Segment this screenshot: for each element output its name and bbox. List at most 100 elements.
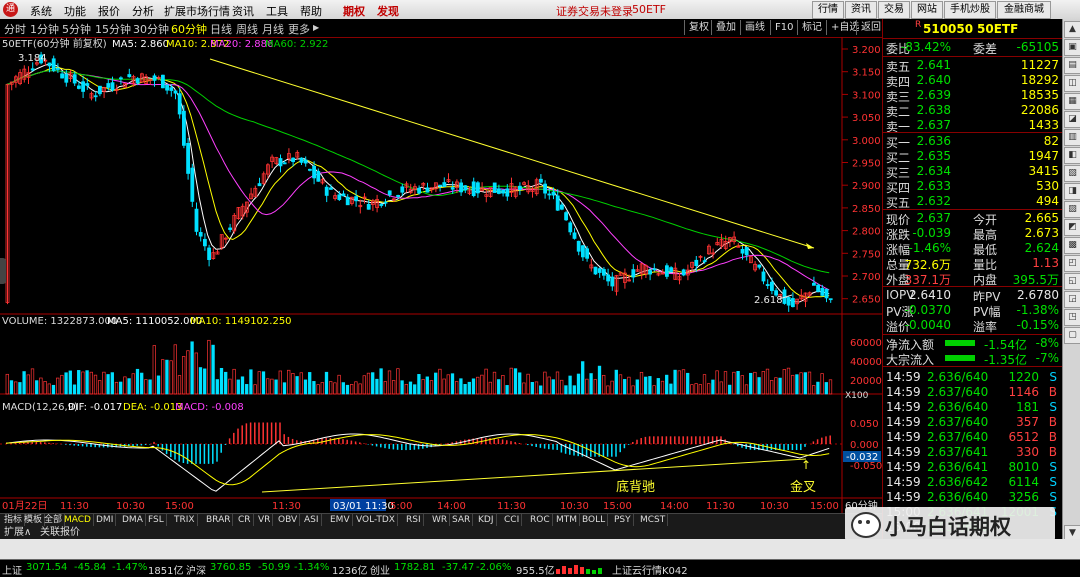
panel-tool-7-icon[interactable]: ◧ (1064, 147, 1080, 164)
indicator-tab-macd[interactable]: MACD (62, 514, 94, 526)
time-tick-label: 15:00 (603, 501, 632, 512)
flow-row: 大宗流入 -1.35亿 -7% (883, 351, 1063, 367)
panel-tool-9-icon[interactable]: ◨ (1064, 183, 1080, 200)
period-week[interactable]: 周线 (236, 21, 258, 37)
btn-back[interactable]: 返回 (856, 20, 885, 35)
panel-tool-16-icon[interactable]: ◳ (1064, 309, 1080, 326)
candle-body (328, 187, 333, 190)
period-day[interactable]: 日线 (210, 21, 232, 37)
indicator-tab-vr[interactable]: VR (256, 514, 274, 526)
btn-draw-line[interactable]: 画线 (740, 20, 769, 35)
bid-volume: 82 (1043, 134, 1059, 148)
scroll-up-icon[interactable]: ▲ (1064, 21, 1080, 38)
menu-tools[interactable]: 工具 (266, 3, 288, 19)
time-tick-label: 11:30 (60, 501, 89, 512)
indicator-tab-vol-tdx[interactable]: VOL-TDX (354, 514, 398, 526)
btn-restore-right[interactable]: 复权 (684, 20, 713, 35)
btn-mall[interactable]: 金融商城 (997, 1, 1051, 19)
btn-overlay[interactable]: 叠加 (711, 20, 740, 35)
btn-mobile[interactable]: 手机炒股 (944, 1, 996, 19)
btn-website[interactable]: 网站 (911, 1, 943, 19)
btn-f10[interactable]: F10 (770, 20, 797, 35)
indicator-tab-wr[interactable]: WR (430, 514, 451, 526)
right-scrollbar[interactable]: ▲ ▣ ▤ ◫ ▦ ◪ ▥ ◧ ▧ ◨ ▨ ◩ ▩ ◰ ◱ ◲ ◳ ▢ ▼ (1062, 19, 1080, 559)
period-1min[interactable]: 1分钟 (30, 21, 59, 37)
candle-body (471, 181, 476, 197)
indicator-tab-boll[interactable]: BOLL (580, 514, 609, 526)
menu-discover[interactable]: 发现 (377, 3, 399, 19)
indicator-tab-asi[interactable]: ASI (302, 514, 322, 526)
panel-tool-15-icon[interactable]: ◲ (1064, 291, 1080, 308)
feed-label[interactable]: 上证云行情K042 (612, 562, 688, 577)
indicator-tab-dma[interactable]: DMA (120, 514, 146, 526)
left-collapse-handle[interactable] (0, 258, 6, 284)
period-15min[interactable]: 15分钟 (95, 21, 131, 37)
flow-bar (945, 355, 975, 361)
panel-tool-10-icon[interactable]: ▨ (1064, 201, 1080, 218)
indicator-tab-rsi[interactable]: RSI (404, 514, 424, 526)
app-logo-icon[interactable]: 通 (3, 2, 18, 17)
indicator-tab-emv[interactable]: EMV (328, 514, 353, 526)
sh-label[interactable]: 上证 (2, 562, 22, 577)
panel-tool-14-icon[interactable]: ◱ (1064, 273, 1080, 290)
menu-function[interactable]: 功能 (64, 3, 86, 19)
menu-options[interactable]: 期权 (343, 3, 365, 19)
tab-related-quote[interactable]: 关联报价 (40, 526, 80, 539)
menu-system[interactable]: 系统 (30, 3, 52, 19)
panel-tool-3-icon[interactable]: ◫ (1064, 75, 1080, 92)
indicator-tab-cci[interactable]: CCI (502, 514, 523, 526)
trend-line[interactable] (209, 58, 815, 249)
menu-analysis[interactable]: 分析 (132, 3, 154, 19)
indicator-tab-obv[interactable]: OBV (276, 514, 301, 526)
panel-tool-4-icon[interactable]: ▦ (1064, 93, 1080, 110)
volume-bar (526, 373, 530, 395)
tab-expand[interactable]: 扩展∧ (4, 526, 31, 539)
panel-tool-11-icon[interactable]: ◩ (1064, 219, 1080, 236)
btn-news[interactable]: 资讯 (845, 1, 877, 19)
candle-body (106, 83, 111, 88)
panel-tool-1-icon[interactable]: ▣ (1064, 39, 1080, 56)
sz-label[interactable]: 沪深 (186, 562, 206, 577)
panel-tool-6-icon[interactable]: ▥ (1064, 129, 1080, 146)
candle-body (303, 159, 308, 164)
btn-market[interactable]: 行情 (812, 1, 844, 19)
indicator-tab-sar[interactable]: SAR (450, 514, 474, 526)
indicator-tab-brar[interactable]: BRAR (204, 514, 234, 526)
panel-tool-13-icon[interactable]: ◰ (1064, 255, 1080, 272)
btn-mark[interactable]: 标记 (797, 20, 826, 35)
period-30min[interactable]: 30分钟 (133, 21, 169, 37)
indicator-tab-trix[interactable]: TRIX (172, 514, 198, 526)
period-60min[interactable]: 60分钟 (171, 21, 207, 37)
cy-label[interactable]: 创业 (370, 562, 390, 577)
more-arrow-icon[interactable]: ▶ (313, 23, 319, 32)
menu-help[interactable]: 帮助 (300, 3, 322, 19)
panel-tool-5-icon[interactable]: ◪ (1064, 111, 1080, 128)
indicator-tab-mcst[interactable]: MCST (638, 514, 669, 526)
indicator-tab-fsl[interactable]: FSL (146, 514, 167, 526)
indicator-tab-kdj[interactable]: KDJ (476, 514, 497, 526)
menu-news[interactable]: 资讯 (232, 3, 254, 19)
indicator-tab-cr[interactable]: CR (236, 514, 254, 526)
btn-trade[interactable]: 交易 (878, 1, 910, 19)
period-more[interactable]: 更多 (288, 21, 310, 37)
panel-tool-12-icon[interactable]: ▩ (1064, 237, 1080, 254)
menu-quote[interactable]: 报价 (98, 3, 120, 19)
indicator-tab-psy[interactable]: PSY (612, 514, 634, 526)
tick-row: 14:59 2.637/640 1146 B (883, 385, 1063, 400)
volume-bar (581, 361, 585, 395)
panel-tool-17-icon[interactable]: ▢ (1064, 327, 1080, 344)
volume-bar (190, 341, 194, 395)
volume-bar (761, 371, 765, 395)
period-5min[interactable]: 5分钟 (62, 21, 91, 37)
menu-ext-market[interactable]: 扩展市场行情 (164, 3, 230, 19)
panel-tool-2-icon[interactable]: ▤ (1064, 57, 1080, 74)
period-tick[interactable]: 分时 (4, 21, 26, 37)
panel-tool-8-icon[interactable]: ▧ (1064, 165, 1080, 182)
candlesticks (5, 51, 833, 312)
indicator-tab-mtm[interactable]: MTM (554, 514, 581, 526)
tick-volume: 357 (1016, 415, 1039, 429)
period-month[interactable]: 月线 (262, 21, 284, 37)
indicator-tab-dmi[interactable]: DMI (94, 514, 117, 526)
indicator-tab-roc[interactable]: ROC (528, 514, 553, 526)
kline-chart[interactable]: 50ETF(60分钟 前复权) MA5: 2.860 MA10: 2.872 M… (0, 37, 882, 513)
